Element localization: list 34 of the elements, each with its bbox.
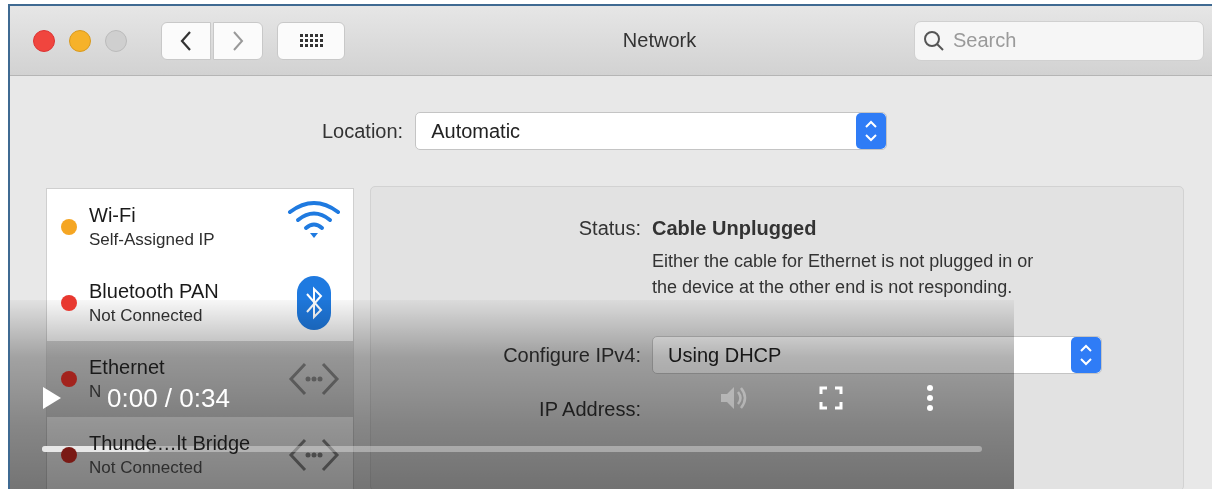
interface-row[interactable]: Wi-Fi Self-Assigned IP [47,189,353,265]
interface-name: Wi-Fi [89,204,136,227]
minimize-button[interactable] [69,29,91,52]
more-icon [925,384,934,412]
window-title: Network [621,29,698,52]
interface-status: N [89,382,102,402]
location-label: Location: [322,119,404,143]
show-all-button[interactable] [277,21,345,60]
chevron-left-icon [179,29,193,52]
play-button[interactable] [42,386,62,410]
fullscreen-icon [818,386,843,410]
ip-address-label: IP Address: [538,398,641,421]
interface-status: Not Connected [89,458,203,478]
back-button[interactable] [161,21,211,60]
close-button[interactable] [33,29,55,52]
interface-name: Ethernet [89,356,165,379]
status-label: Status: [577,217,641,240]
status-value: Cable Unplugged [652,217,818,240]
fullscreen-button[interactable] [818,386,843,410]
grid-icon [299,34,323,47]
chevron-right-icon [231,29,245,52]
location-popup[interactable]: Automatic [415,112,888,150]
interface-status: Not Connected [89,306,203,326]
status-description: Either the cable for Ethernet is not plugged in or the device at the other end is not responding. [652,250,1035,299]
time-display: 0:00 / 0:34 [107,382,230,414]
interface-status: Self-Assigned IP [89,230,215,250]
search-icon [923,29,945,52]
stepper-icon [856,113,887,149]
interface-name: Bluetooth PAN [89,280,219,303]
configure-label: Configure IPv4: [502,343,641,368]
interface-row[interactable]: Bluetooth PAN Not Connected [47,265,353,341]
more-button[interactable] [925,384,934,412]
stepper-icon [1071,337,1101,373]
configure-popup[interactable]: Using DHCP [652,336,1102,374]
